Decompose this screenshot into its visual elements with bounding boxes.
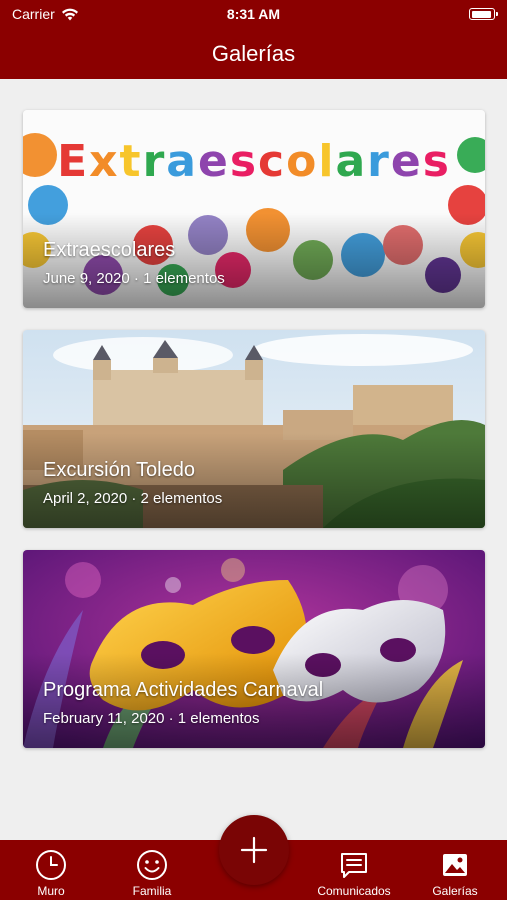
- gallery-card-carnaval[interactable]: Programa Actividades Carnaval February 1…: [23, 550, 485, 748]
- plus-icon: [240, 836, 268, 864]
- tab-label: Comunicados: [317, 884, 391, 898]
- gallery-title: Extraescolares: [43, 239, 176, 261]
- gallery-title: Excursión Toledo: [43, 459, 195, 481]
- status-bar: Carrier 8:31 AM: [0, 0, 507, 28]
- tab-comunicados[interactable]: Comunicados: [308, 840, 400, 900]
- tab-familia[interactable]: Familia: [106, 840, 198, 900]
- battery-icon: [469, 8, 498, 20]
- tab-galerias[interactable]: Galerías: [409, 840, 501, 900]
- svg-text:Extraescolares: Extraescolares: [57, 136, 451, 187]
- gallery-meta: February 11, 2020 · 1 elementos: [43, 710, 260, 727]
- status-left: Carrier: [12, 6, 79, 22]
- add-button[interactable]: [219, 815, 289, 885]
- wifi-icon: [61, 8, 78, 20]
- clock-icon: [36, 850, 66, 880]
- image-icon: [443, 854, 467, 876]
- gallery-meta: April 2, 2020 · 2 elementos: [43, 490, 223, 507]
- tab-label: Galerías: [432, 884, 478, 898]
- message-icon: [341, 853, 367, 878]
- smiley-icon: [137, 850, 167, 880]
- nav-bar: Galerías: [0, 28, 507, 79]
- tab-label: Familia: [132, 884, 172, 898]
- gallery-card-excursion-toledo[interactable]: Excursión Toledo April 2, 2020 · 2 eleme…: [23, 330, 485, 528]
- carrier-label: Carrier: [12, 6, 55, 22]
- gallery-meta: June 9, 2020 · 1 elementos: [43, 270, 225, 287]
- gallery-title: Programa Actividades Carnaval: [43, 679, 324, 701]
- gallery-list: Extraescolares Extraescolares June 9, 20…: [0, 79, 507, 840]
- gallery-card-extraescolares[interactable]: Extraescolares Extraescolares June 9, 20…: [23, 110, 485, 308]
- page-title: Galerías: [211, 40, 296, 66]
- tab-label: Muro: [37, 884, 65, 898]
- tab-muro[interactable]: Muro: [5, 840, 97, 900]
